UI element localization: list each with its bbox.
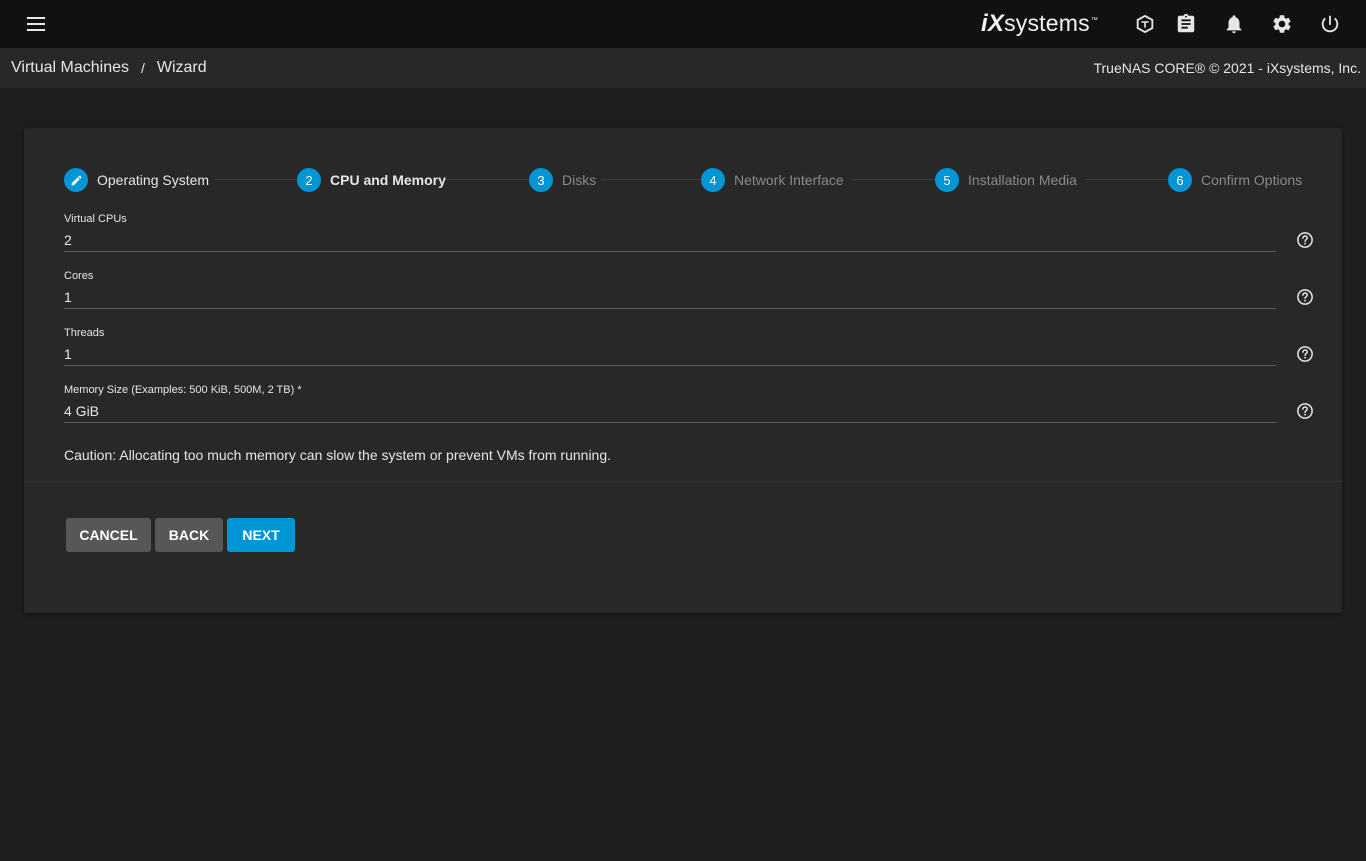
cores-label: Cores	[64, 270, 94, 282]
step-network-interface[interactable]: 4 Network Interface	[701, 167, 844, 193]
cores-input[interactable]	[64, 285, 1276, 309]
top-toolbar: iXsystems™	[0, 0, 1366, 48]
step-connector	[1085, 179, 1168, 180]
menu-icon[interactable]	[24, 14, 48, 34]
step-confirm-options[interactable]: 6 Confirm Options	[1168, 167, 1302, 193]
logo-rest: systems	[1004, 10, 1090, 36]
breadcrumb-virtual-machines[interactable]: Virtual Machines	[11, 59, 129, 77]
gear-icon[interactable]	[1270, 12, 1294, 36]
memory-size-input[interactable]	[64, 399, 1276, 423]
breadcrumb: Virtual Machines / Wizard	[11, 59, 207, 77]
power-icon[interactable]	[1318, 12, 1342, 36]
clipboard-icon[interactable]	[1174, 12, 1198, 36]
divider	[24, 481, 1342, 482]
next-button[interactable]: NEXT	[227, 518, 295, 552]
step-label: Disks	[562, 172, 597, 188]
memory-caution-text: Caution: Allocating too much memory can …	[64, 447, 612, 463]
step-connector	[445, 179, 531, 180]
copyright-text: TrueNAS CORE® © 2021 - iXsystems, Inc.	[1093, 60, 1361, 76]
pencil-icon	[71, 175, 81, 185]
step-connector	[602, 179, 701, 180]
wizard-stepper: Operating System 2 CPU and Memory 3 Disk…	[64, 167, 1302, 193]
step-operating-system[interactable]: Operating System	[64, 167, 209, 193]
help-icon[interactable]	[1296, 345, 1314, 363]
virtual-cpus-label: Virtual CPUs	[64, 213, 127, 225]
step-label: Operating System	[97, 172, 210, 188]
truecommand-icon[interactable]	[1133, 12, 1157, 36]
step-label: Confirm Options	[1201, 172, 1303, 188]
help-icon[interactable]	[1296, 288, 1314, 306]
breadcrumb-bar: Virtual Machines / Wizard TrueNAS CORE® …	[0, 48, 1366, 88]
step-label: Network Interface	[734, 172, 844, 188]
breadcrumb-current: Wizard	[156, 59, 207, 76]
bell-icon[interactable]	[1222, 12, 1246, 36]
breadcrumb-separator: /	[140, 60, 145, 76]
step-number: 5	[935, 168, 959, 192]
step-number: 2	[297, 168, 321, 192]
back-button[interactable]: BACK	[155, 518, 223, 552]
step-number: 6	[1168, 168, 1192, 192]
step-connector	[214, 179, 298, 180]
memory-size-label: Memory Size (Examples: 500 KiB, 500M, 2 …	[64, 384, 302, 396]
field-cores: Cores	[64, 270, 1313, 309]
logo-ix: iX	[981, 10, 1005, 37]
step-installation-media[interactable]: 5 Installation Media	[935, 167, 1077, 193]
step-number: 3	[529, 168, 553, 192]
step-circle	[64, 168, 88, 192]
step-label: Installation Media	[968, 172, 1077, 188]
step-number: 4	[701, 168, 725, 192]
ixsystems-logo[interactable]: iXsystems™	[981, 8, 1098, 40]
field-memory-size: Memory Size (Examples: 500 KiB, 500M, 2 …	[64, 384, 1313, 423]
step-label: CPU and Memory	[330, 172, 446, 188]
cancel-button[interactable]: CANCEL	[66, 518, 151, 552]
step-connector	[852, 179, 935, 180]
logo-trademark: ™	[1090, 17, 1099, 25]
step-disks[interactable]: 3 Disks	[529, 167, 596, 193]
step-cpu-and-memory[interactable]: 2 CPU and Memory	[297, 167, 446, 193]
threads-input[interactable]	[64, 342, 1276, 366]
virtual-cpus-input[interactable]	[64, 228, 1276, 252]
help-icon[interactable]	[1296, 231, 1314, 249]
threads-label: Threads	[64, 327, 105, 339]
help-icon[interactable]	[1296, 402, 1314, 420]
field-threads: Threads	[64, 327, 1313, 366]
field-virtual-cpus: Virtual CPUs	[64, 213, 1313, 252]
wizard-card: Operating System 2 CPU and Memory 3 Disk…	[24, 128, 1342, 613]
